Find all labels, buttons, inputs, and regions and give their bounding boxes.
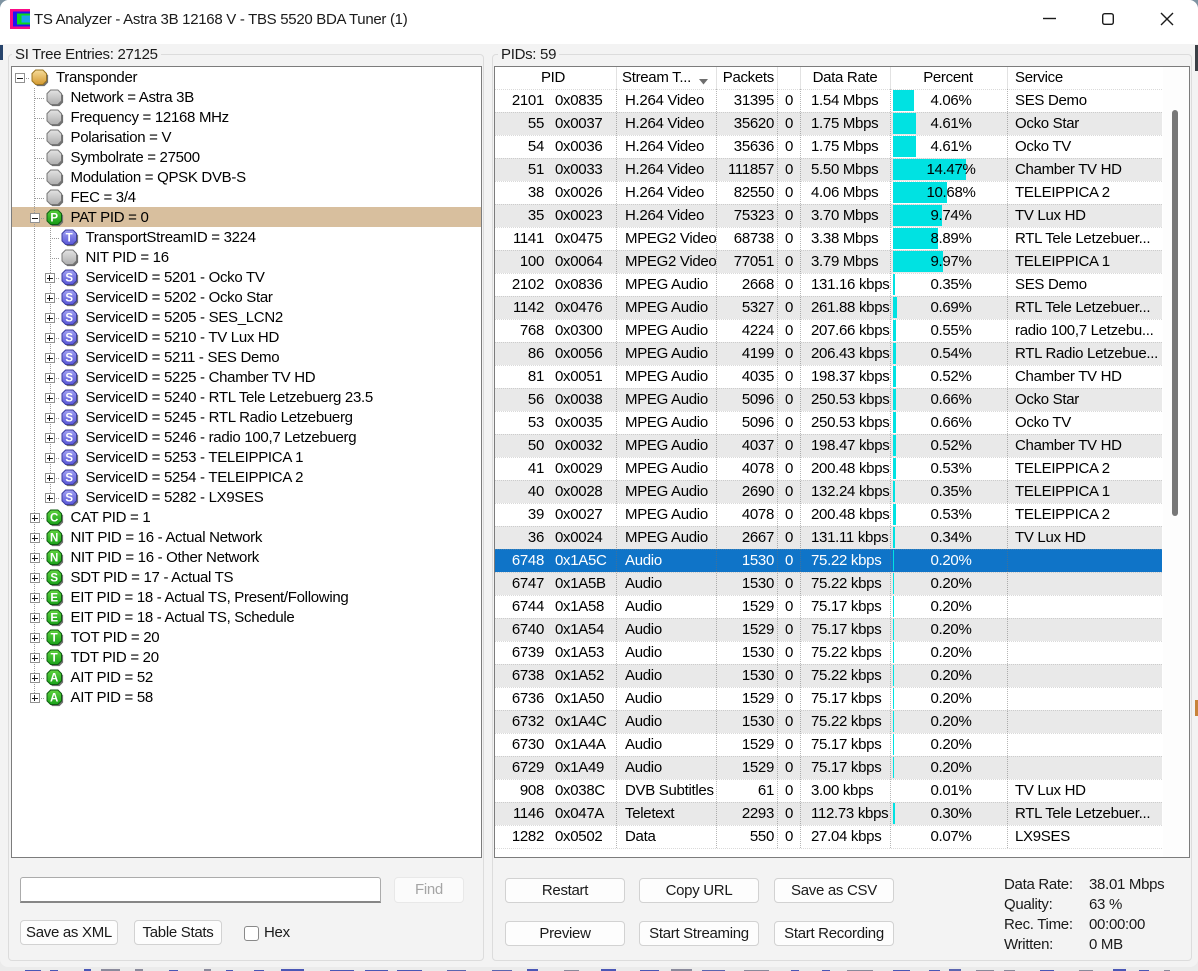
svg-text:S: S [65, 373, 73, 385]
svg-text:S: S [65, 353, 73, 365]
svg-text:N: N [50, 533, 58, 545]
svg-text:S: S [65, 433, 73, 445]
svg-text:E: E [50, 613, 58, 625]
svg-text:T: T [50, 653, 57, 665]
svg-text:S: S [65, 453, 73, 465]
svg-text:N: N [50, 553, 58, 565]
svg-text:S: S [65, 413, 73, 425]
svg-text:E: E [50, 593, 58, 605]
svg-text:S: S [65, 473, 73, 485]
svg-text:P: P [50, 213, 58, 225]
svg-text:S: S [65, 333, 73, 345]
svg-text:S: S [65, 313, 73, 325]
svg-text:S: S [50, 573, 58, 585]
svg-text:A: A [50, 693, 58, 705]
svg-text:S: S [65, 293, 73, 305]
svg-text:T: T [50, 633, 57, 645]
svg-text:C: C [50, 513, 58, 525]
svg-text:S: S [65, 273, 73, 285]
svg-text:S: S [65, 393, 73, 405]
svg-text:A: A [50, 673, 58, 685]
svg-text:S: S [65, 493, 73, 505]
svg-text:T: T [65, 233, 72, 245]
